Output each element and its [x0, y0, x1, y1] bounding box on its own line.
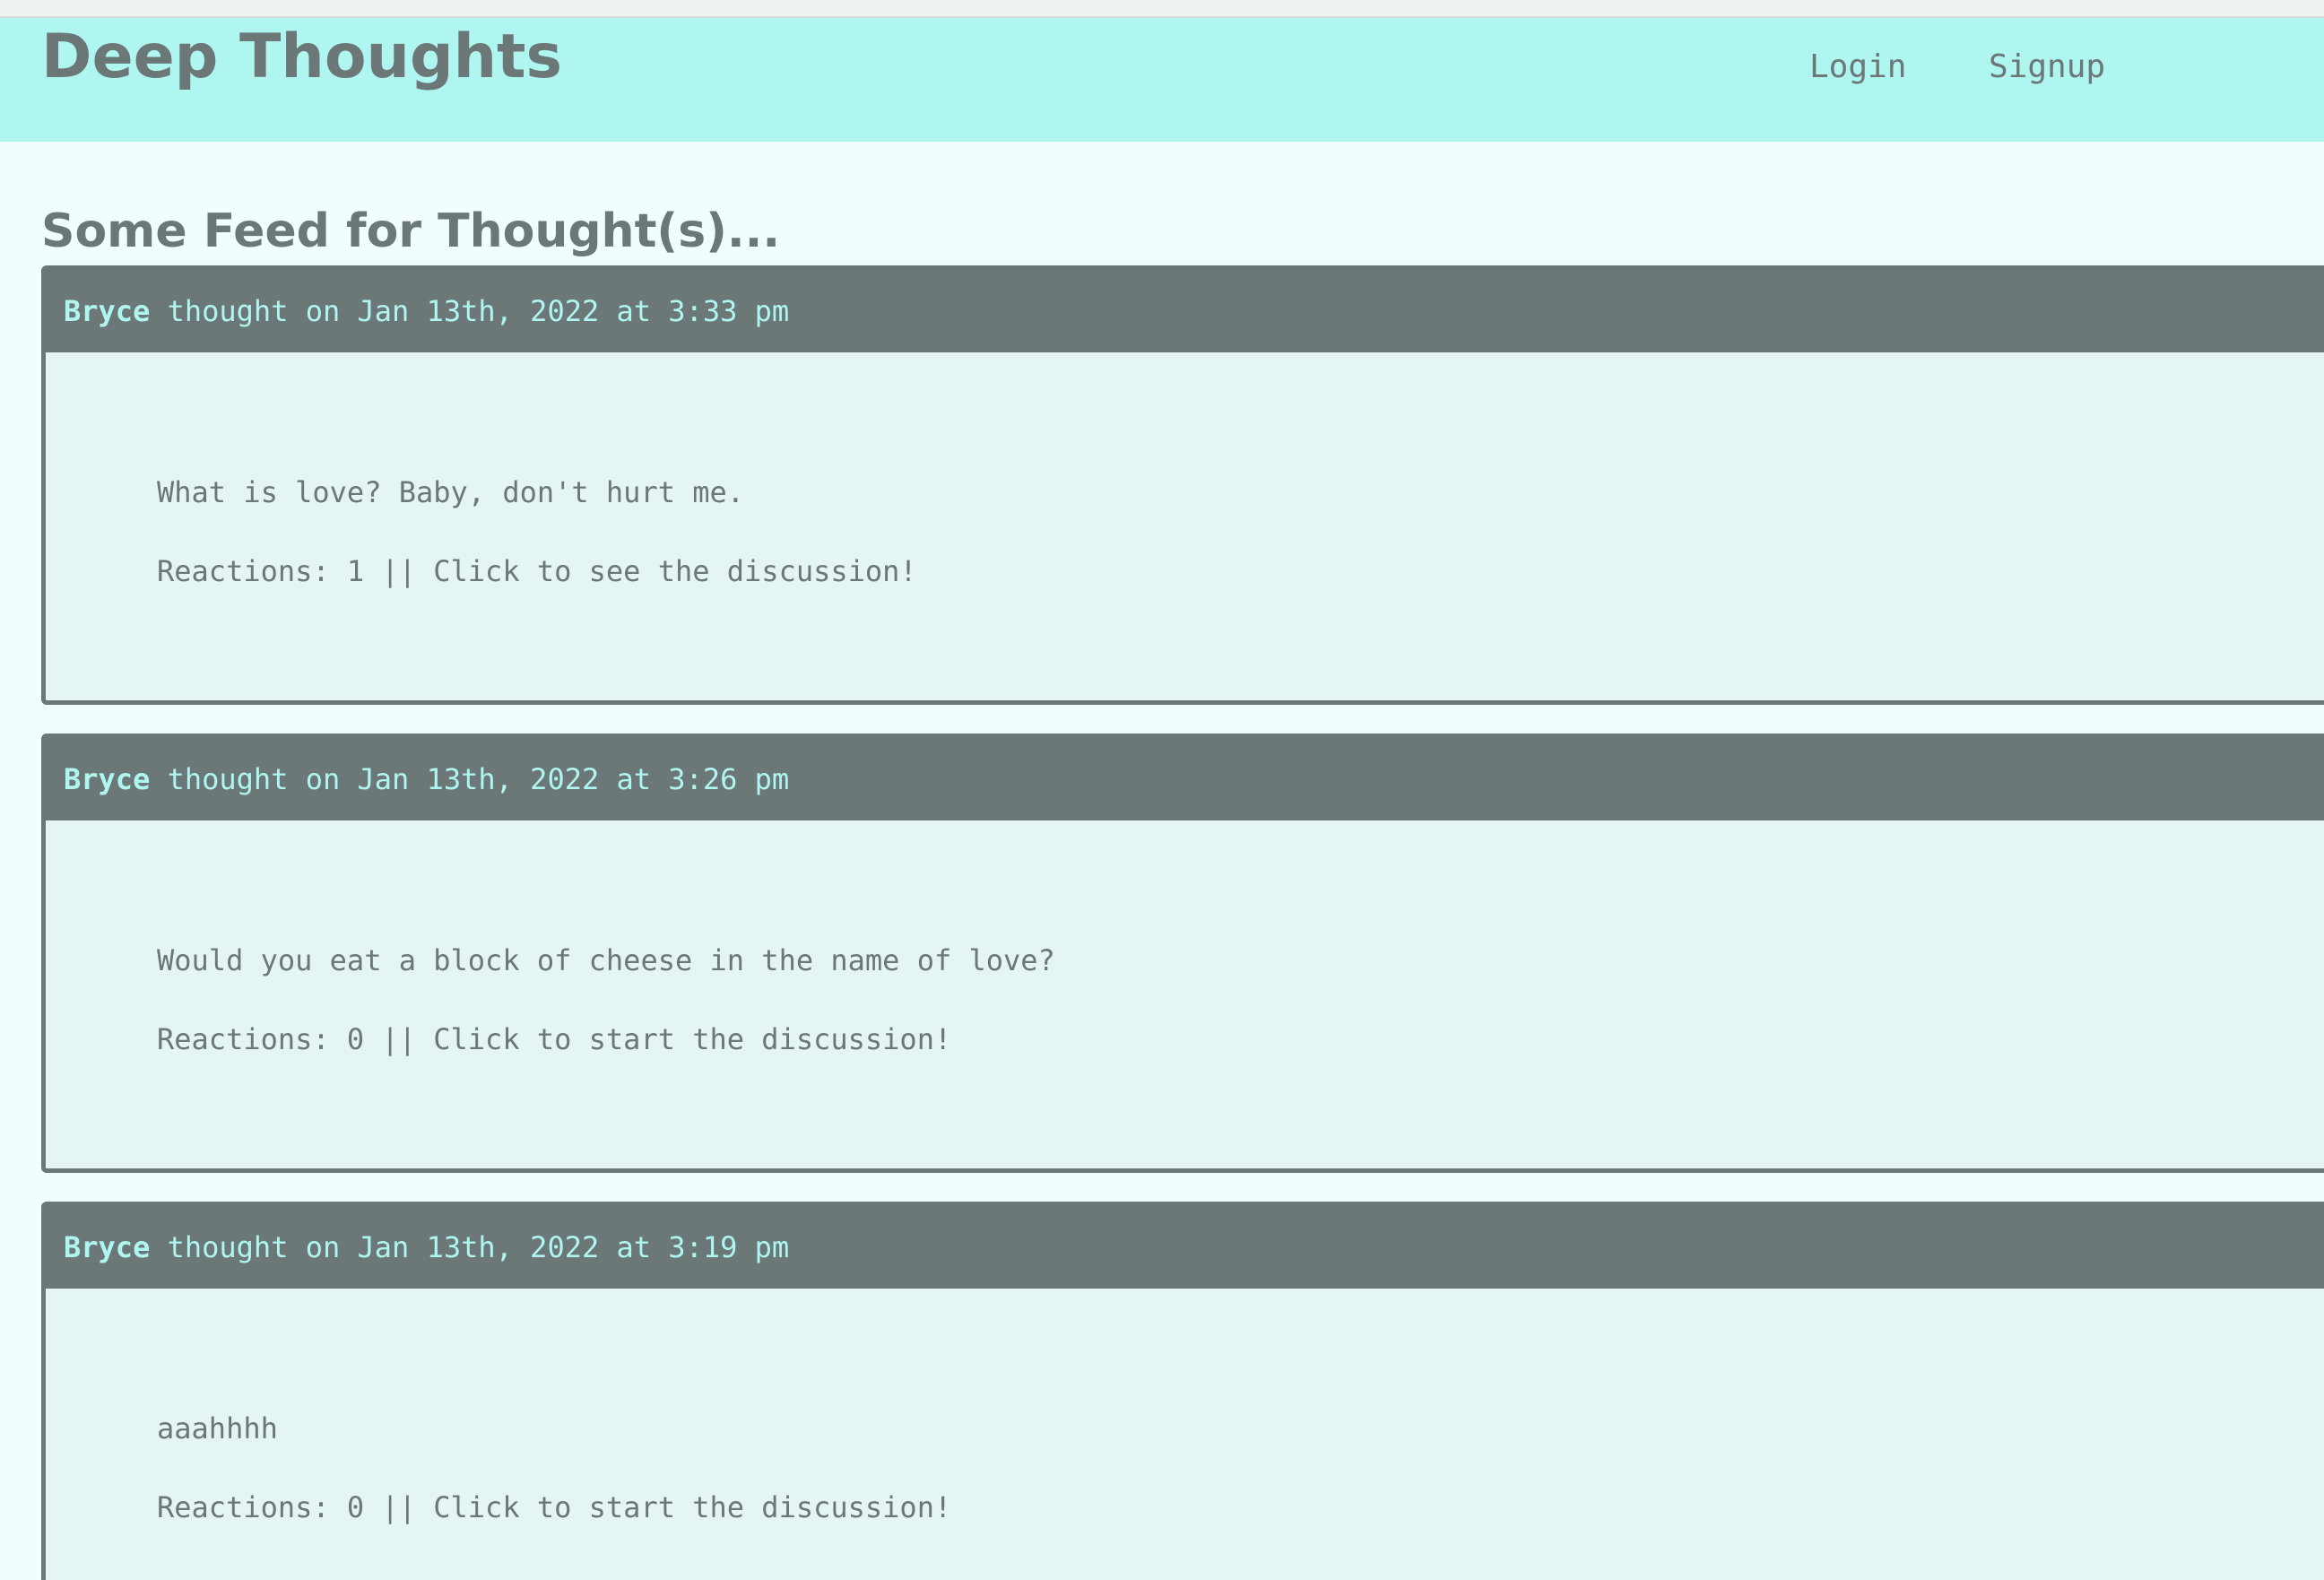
thought-meta: thought on Jan 13th, 2022 at 3:33 pm: [150, 294, 790, 328]
login-link[interactable]: Login: [1809, 48, 1906, 85]
thought-reactions-link[interactable]: Reactions: 1 || Click to see the discuss…: [157, 551, 2324, 591]
thought-meta: thought on Jan 13th, 2022 at 3:19 pm: [150, 1230, 790, 1264]
thought-author-link[interactable]: Bryce: [64, 294, 150, 328]
thought-reactions-link[interactable]: Reactions: 0 || Click to start the discu…: [157, 1488, 2324, 1527]
thought-author-link[interactable]: Bryce: [64, 1230, 150, 1264]
thought-card[interactable]: Bryce thought on Jan 13th, 2022 at 3:26 …: [41, 734, 2324, 1173]
thought-card[interactable]: Bryce thought on Jan 13th, 2022 at 3:19 …: [41, 1202, 2324, 1580]
browser-top-strip: [0, 0, 2324, 18]
thought-card-header: Bryce thought on Jan 13th, 2022 at 3:19 …: [46, 1206, 2324, 1289]
thought-card-body[interactable]: What is love? Baby, don't hurt me. React…: [46, 352, 2324, 700]
site-title[interactable]: Deep Thoughts: [41, 18, 562, 97]
thought-card-body[interactable]: aaahhhh Reactions: 0 || Click to start t…: [46, 1289, 2324, 1580]
feed-title: Some Feed for Thought(s)...: [41, 204, 781, 258]
main-content: Some Feed for Thought(s)... Bryce though…: [0, 142, 2324, 1580]
thought-card-body[interactable]: Would you eat a block of cheese in the n…: [46, 820, 2324, 1168]
thought-card[interactable]: Bryce thought on Jan 13th, 2022 at 3:33 …: [41, 265, 2324, 705]
thought-meta: thought on Jan 13th, 2022 at 3:26 pm: [150, 762, 790, 796]
site-header: Deep Thoughts Login Signup: [0, 18, 2324, 142]
signup-link[interactable]: Signup: [1989, 48, 2105, 85]
thought-text: Would you eat a block of cheese in the n…: [157, 943, 1055, 977]
thought-card-header: Bryce thought on Jan 13th, 2022 at 3:26 …: [46, 738, 2324, 820]
thought-card-header: Bryce thought on Jan 13th, 2022 at 3:33 …: [46, 270, 2324, 352]
thought-reactions-link[interactable]: Reactions: 0 || Click to start the discu…: [157, 1020, 2324, 1059]
thought-text: aaahhhh: [157, 1411, 278, 1445]
thought-author-link[interactable]: Bryce: [64, 762, 150, 796]
thought-text: What is love? Baby, don't hurt me.: [157, 475, 745, 509]
